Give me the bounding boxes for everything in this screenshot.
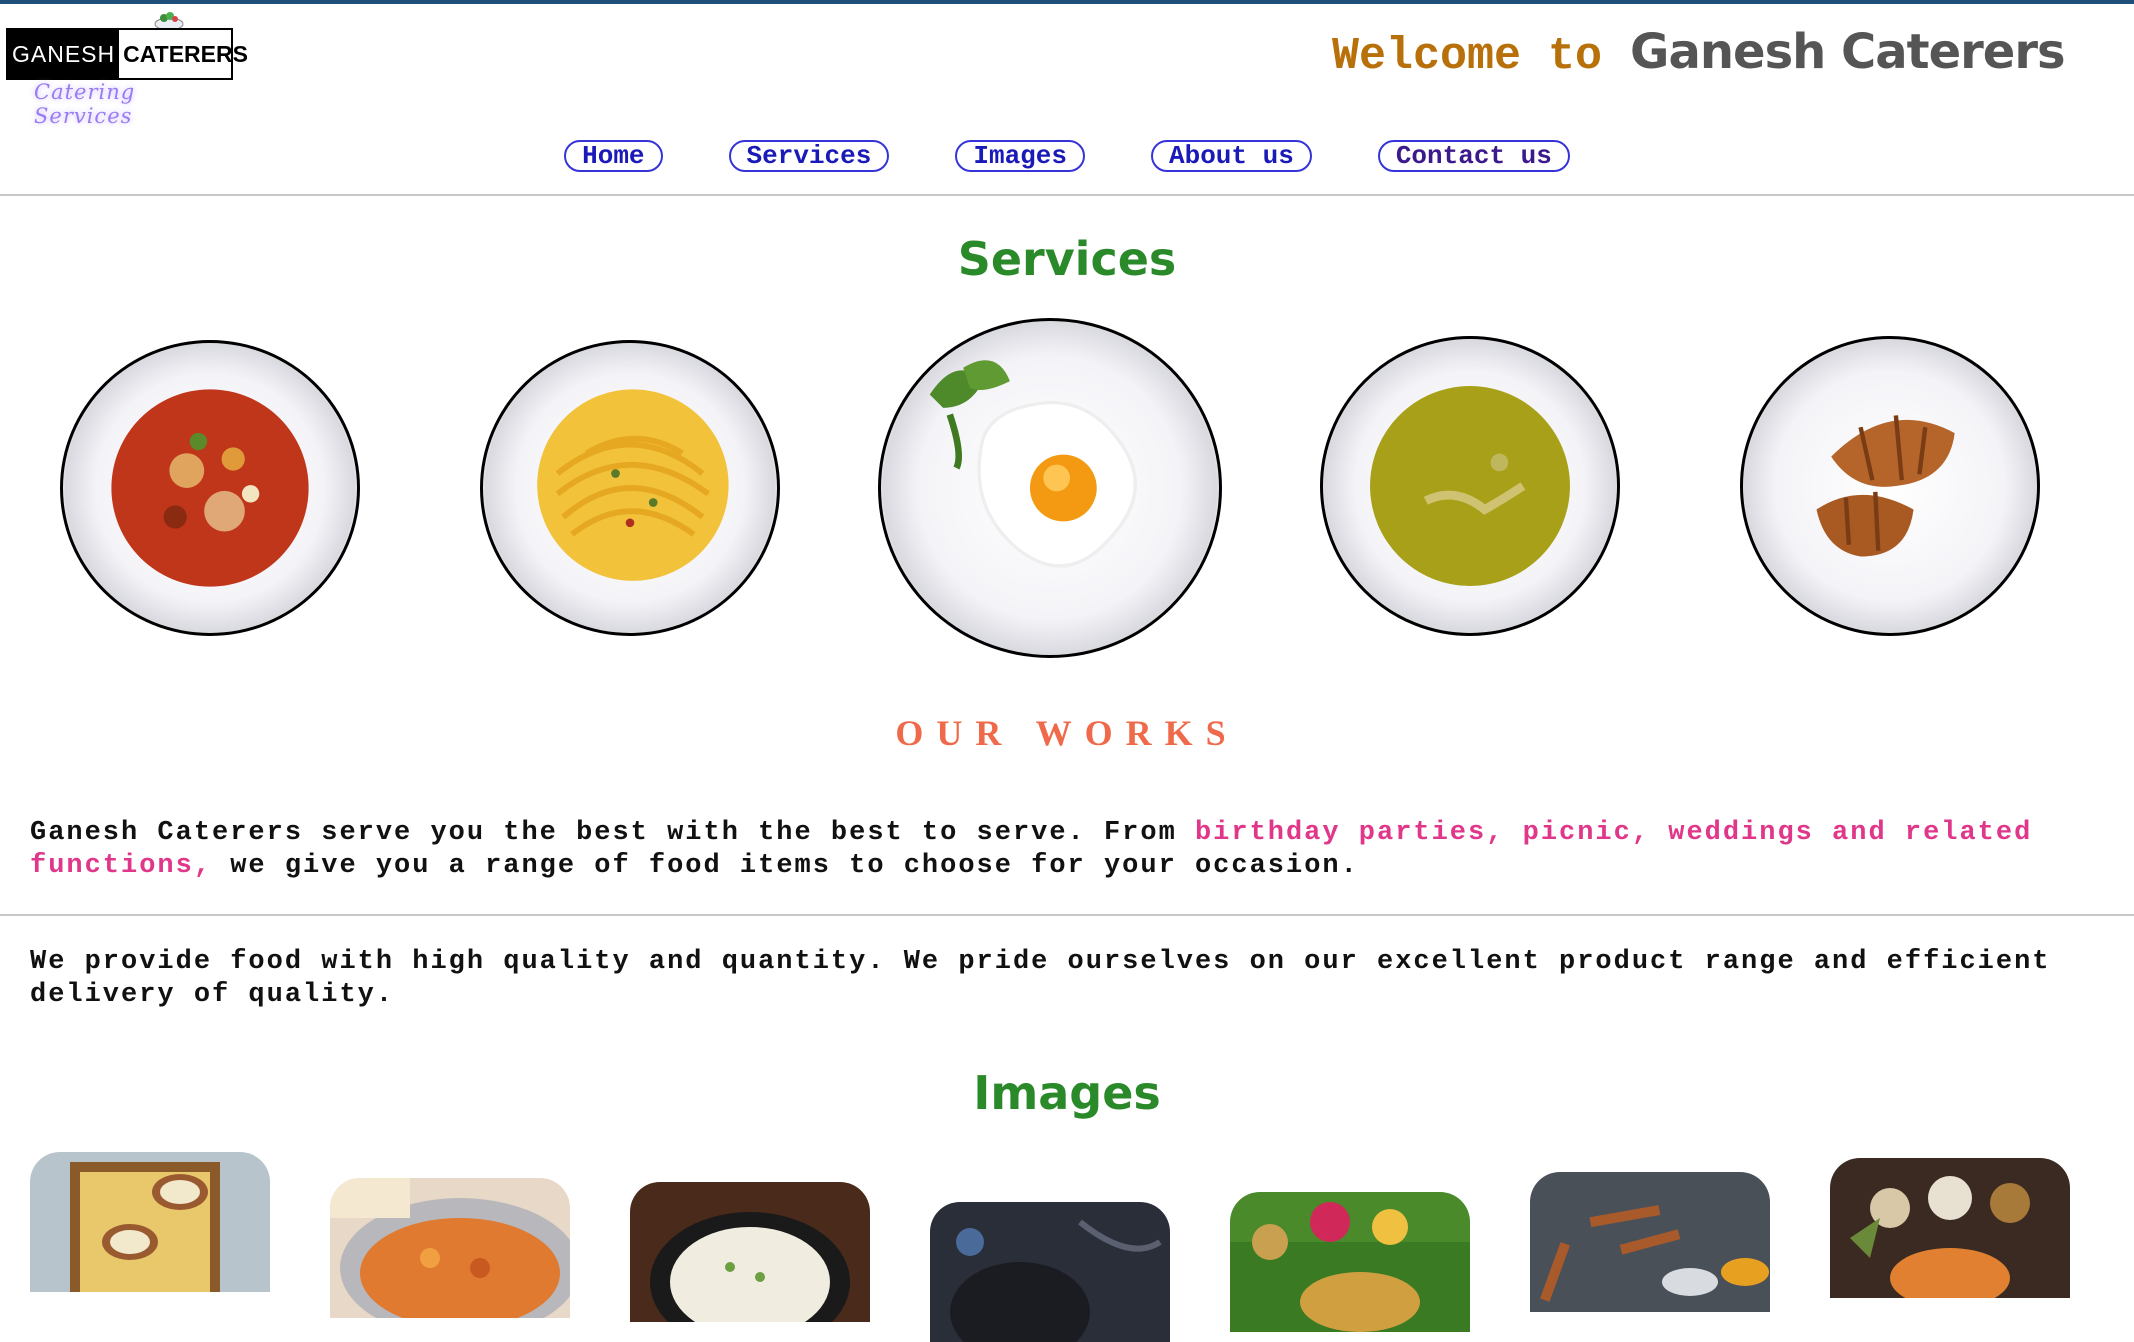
rice-bowl-image [630, 1182, 870, 1322]
top-accent-line [0, 0, 2134, 4]
banana-leaf-meal-image [1230, 1192, 1470, 1332]
dark-pan-image [930, 1202, 1170, 1342]
spices-image [1530, 1172, 1770, 1312]
croissant-plate-image [1740, 336, 2040, 636]
vegetable-curry-image [330, 1178, 570, 1318]
logo-wordmark: GANESH CATERERS [6, 28, 248, 80]
welcome-heading: Welcome to Ganesh Caterers [1332, 24, 2066, 94]
logo-tagline: Catering Services [34, 80, 136, 128]
lentil-soup-plate-image [1320, 336, 1620, 636]
works-text-start: Ganesh Caterers serve you the best with … [30, 818, 1195, 848]
works-divider [0, 914, 2134, 916]
nav-services[interactable]: Services [728, 140, 890, 172]
tomato-soup-plate-image [60, 340, 360, 636]
works-paragraph-2: We provide food with high quality and qu… [30, 947, 2051, 1010]
nav-contact-us[interactable]: Contact us [1377, 140, 1570, 172]
logo-part-a: GANESH [8, 30, 120, 78]
spice-platter-image [1830, 1158, 2070, 1298]
bowl-icon [154, 12, 184, 30]
main-nav: Home Services Images About us Contact us [0, 140, 2134, 172]
services-title: Services [957, 232, 1177, 286]
works-paragraph-1: Ganesh Caterers serve you the best with … [30, 817, 2090, 883]
lassi-pots-image [30, 1152, 270, 1292]
spaghetti-plate-image [480, 340, 780, 636]
images-title: Images [973, 1066, 1161, 1120]
our-works-title: OUR WORKS [895, 713, 1239, 753]
welcome-prefix: Welcome to [1332, 31, 1603, 82]
welcome-name: Ganesh Caterers [1630, 24, 2066, 80]
nav-about-us[interactable]: About us [1151, 140, 1312, 172]
nav-home[interactable]: Home [564, 140, 663, 172]
logo[interactable]: GANESH CATERERS Catering Services [4, 12, 248, 128]
fried-egg-plate-image [878, 318, 1222, 658]
works-text-end: we give you a range of food items to cho… [212, 851, 1359, 881]
header-divider [0, 194, 2134, 196]
nav-images[interactable]: Images [955, 140, 1085, 172]
logo-part-b: CATERERS [123, 40, 248, 67]
